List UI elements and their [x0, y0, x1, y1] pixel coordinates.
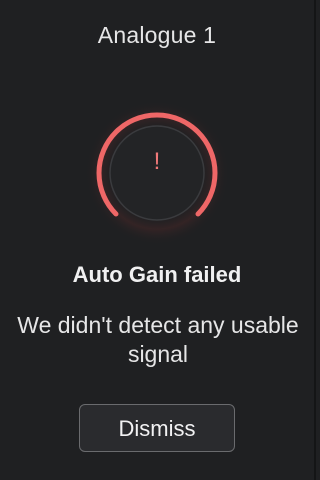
auto-gain-status-message: We didn't detect any usable signal	[17, 312, 299, 367]
warning-exclamation-icon: !	[153, 148, 161, 175]
auto-gain-panel: Analogue 1 ! Auto Gain failed We didn't …	[0, 0, 316, 480]
auto-gain-status-heading: Auto Gain failed	[72, 262, 242, 287]
dismiss-button[interactable]: Dismiss	[79, 404, 235, 452]
channel-title: Analogue 1	[97, 22, 217, 48]
gain-gauge: !	[84, 100, 230, 246]
